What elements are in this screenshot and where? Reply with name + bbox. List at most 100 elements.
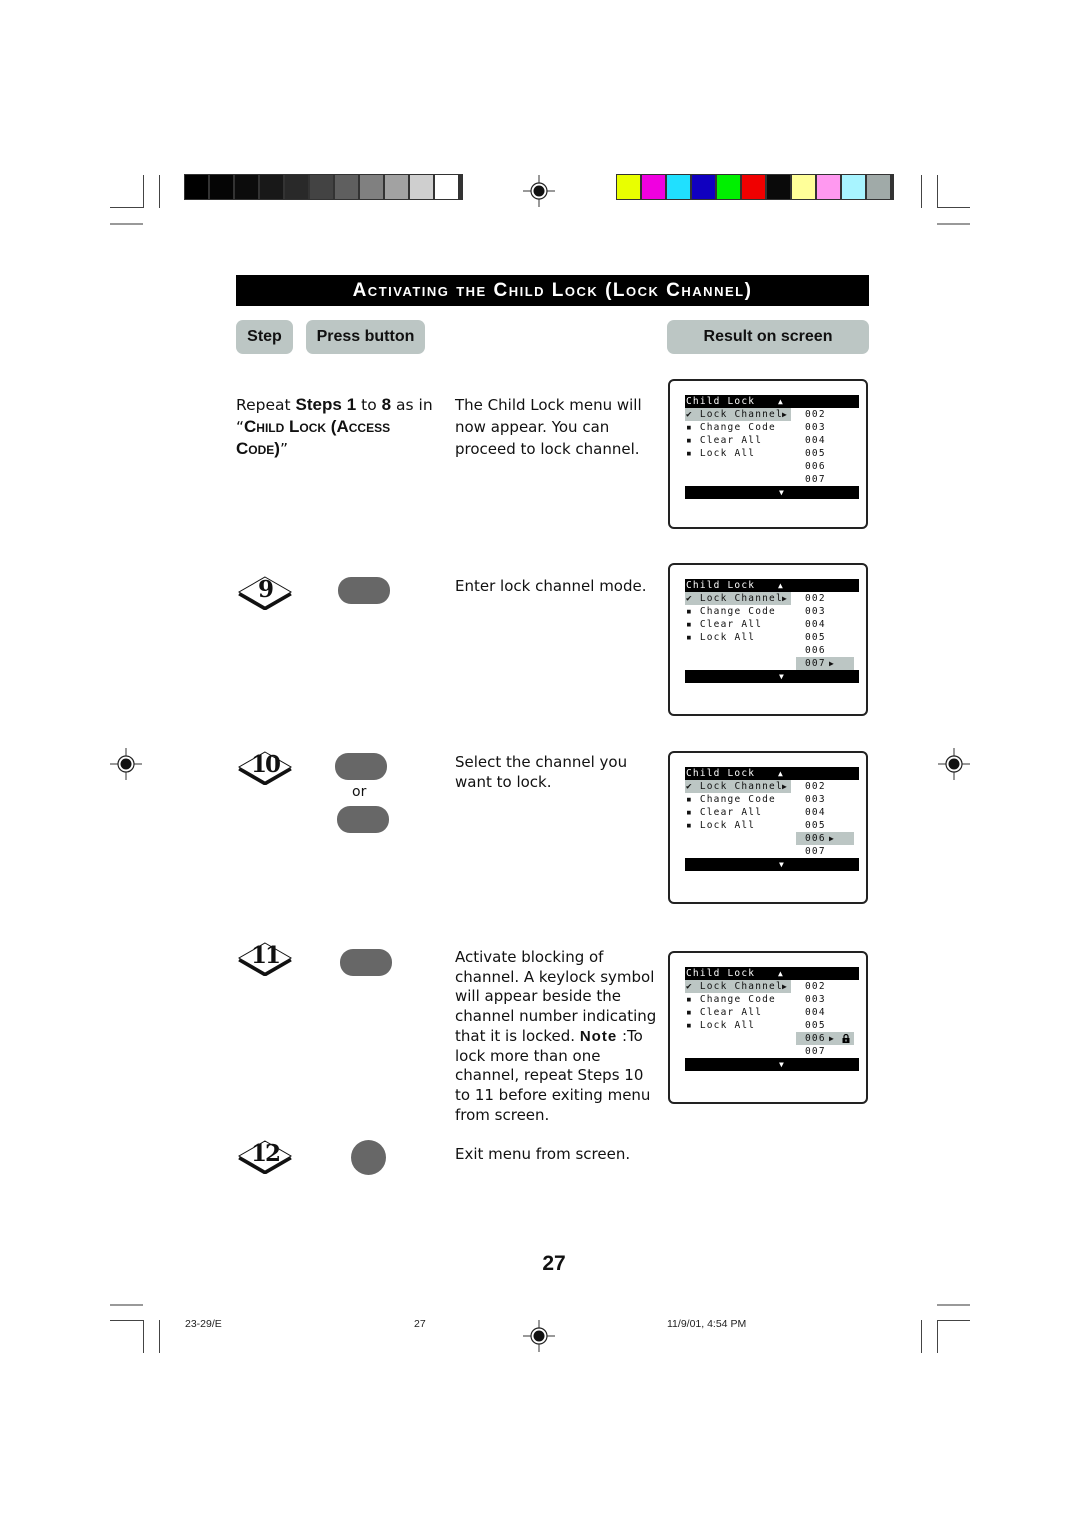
bullet-icon: ▪	[686, 994, 700, 1005]
osd-menu-item: ▪ Lock All	[685, 447, 791, 460]
color-swatch	[717, 175, 740, 199]
osd-channel: 005	[796, 819, 854, 832]
color-swatch	[335, 175, 358, 199]
channel-number: 007	[805, 658, 826, 669]
channel-number: 005	[805, 1020, 826, 1031]
up-arrow-icon: ▲	[778, 769, 785, 778]
down-arrow-icon: ▼	[685, 486, 859, 499]
osd-menu-item: ▪ Change Code	[685, 421, 791, 434]
crop-mark	[110, 1320, 143, 1321]
osd-header: Child Lock ▲	[685, 967, 859, 980]
color-swatch	[410, 175, 433, 199]
down-arrow-icon: ▼	[685, 858, 859, 871]
color-swatch	[260, 175, 283, 199]
osd-menu-item: ▪ Lock All	[685, 1019, 791, 1032]
osd-row: ▪ Change Code 003	[685, 993, 859, 1006]
osd-channel: 006 ▶	[796, 832, 854, 845]
channel-number: 005	[805, 632, 826, 643]
crop-mark	[110, 1304, 143, 1306]
step-number: 12	[250, 1140, 281, 1167]
menu-item-label: Lock All	[699, 632, 756, 643]
channel-number: 003	[805, 422, 826, 433]
remote-button-step-12[interactable]	[351, 1140, 386, 1175]
osd-channel: 006	[796, 460, 854, 473]
remote-button-step-10-a[interactable]	[335, 753, 387, 780]
osd-row: 006	[685, 644, 859, 657]
osd-menu-item: ✔ Lock Channel ▶	[685, 780, 791, 793]
crop-mark	[937, 1304, 970, 1306]
menu-item-label: Lock Channel	[699, 593, 783, 604]
osd-channel: 003	[796, 993, 854, 1006]
osd-channel: 006 ▶	[796, 1032, 854, 1045]
osd-menu-item: ▪ Clear All	[685, 806, 791, 819]
osd-row: ▪ Lock All 005	[685, 819, 859, 832]
osd-channel: 003	[796, 605, 854, 618]
bullet-icon: ▪	[686, 632, 700, 643]
check-icon: ✔	[686, 981, 700, 992]
channel-number: 006	[805, 461, 826, 472]
osd-channel: 002	[796, 408, 854, 421]
crop-mark	[143, 175, 144, 208]
color-swatch	[667, 175, 690, 199]
osd-menu-item: ▪ Change Code	[685, 605, 791, 618]
osd-row: 006 ▶	[685, 832, 859, 845]
bullet-icon: ▪	[686, 422, 700, 433]
osd-screen-3: Child Lock ▲ ✔ Lock Channel ▶ 002 ▪ Change Co…	[668, 751, 868, 904]
remote-button-step-9[interactable]	[338, 577, 390, 604]
channel-number: 002	[805, 409, 826, 420]
up-arrow-icon: ▲	[778, 581, 785, 590]
or-label: or	[352, 784, 367, 800]
osd-channel: 004	[796, 618, 854, 631]
remote-button-step-10-b[interactable]	[337, 806, 389, 833]
right-arrow-icon: ▶	[781, 982, 788, 991]
footer-timestamp: 11/9/01, 4:54 PM	[667, 1318, 747, 1330]
osd-channel: 007 ▶	[796, 657, 854, 670]
color-swatch	[235, 175, 258, 199]
osd-menu-item: ▪ Change Code	[685, 993, 791, 1006]
right-arrow-icon: ▶	[829, 834, 836, 843]
channel-number: 006	[805, 645, 826, 656]
intro-instruction: Repeat Steps 1 to 8 as in “Child Lock (A…	[236, 395, 433, 458]
osd-channel: 005	[796, 1019, 854, 1032]
menu-item-label: Lock All	[699, 448, 756, 459]
color-swatch	[210, 175, 233, 199]
menu-item-label: Lock All	[699, 820, 756, 831]
remote-button-step-11[interactable]	[340, 949, 392, 976]
osd-screen-1: Child Lock ▲ ✔ Lock Channel ▶ 002 ▪ Change Co…	[668, 379, 868, 529]
channel-number: 007	[805, 1046, 826, 1057]
crop-mark	[937, 207, 970, 208]
color-swatch	[617, 175, 640, 199]
osd-channel: 002	[796, 980, 854, 993]
osd-header: Child Lock ▲	[685, 767, 859, 780]
intro-result-text: The Child Lock menu will now appear. You…	[455, 396, 642, 458]
osd-row: 006 ▶	[685, 1032, 859, 1045]
page-number: 27	[542, 1252, 566, 1275]
bullet-icon: ▪	[686, 606, 700, 617]
osd-channel: 005	[796, 447, 854, 460]
down-arrow-icon: ▼	[685, 670, 859, 683]
menu-item-label: Change Code	[699, 606, 776, 617]
osd-title: Child Lock	[686, 768, 756, 779]
osd-header: Child Lock ▲	[685, 395, 859, 408]
color-swatch	[817, 175, 840, 199]
osd-row: ✔ Lock Channel ▶ 002	[685, 780, 859, 793]
osd-channel: 007	[796, 845, 854, 858]
right-arrow-icon: ▶	[829, 659, 836, 668]
channel-number: 003	[805, 994, 826, 1005]
osd-menu-item: ▪ Clear All	[685, 1006, 791, 1019]
menu-item-label: Clear All	[699, 807, 763, 818]
section-reference-link[interactable]: Child Lock (Access Code)	[236, 417, 390, 458]
osd-menu-item: ✔ Lock Channel ▶	[685, 980, 791, 993]
osd-row: ▪ Clear All 004	[685, 618, 859, 631]
bullet-icon: ▪	[686, 1007, 700, 1018]
channel-number: 002	[805, 781, 826, 792]
channel-number: 003	[805, 794, 826, 805]
menu-item-label: Change Code	[699, 422, 776, 433]
bullet-icon: ▪	[686, 435, 700, 446]
osd-menu-item: ✔ Lock Channel ▶	[685, 592, 791, 605]
osd-menu-item: ▪ Clear All	[685, 618, 791, 631]
check-icon: ✔	[686, 409, 700, 420]
crop-mark	[159, 1320, 160, 1353]
channel-number: 002	[805, 593, 826, 604]
right-arrow-icon: ▶	[829, 1034, 836, 1043]
